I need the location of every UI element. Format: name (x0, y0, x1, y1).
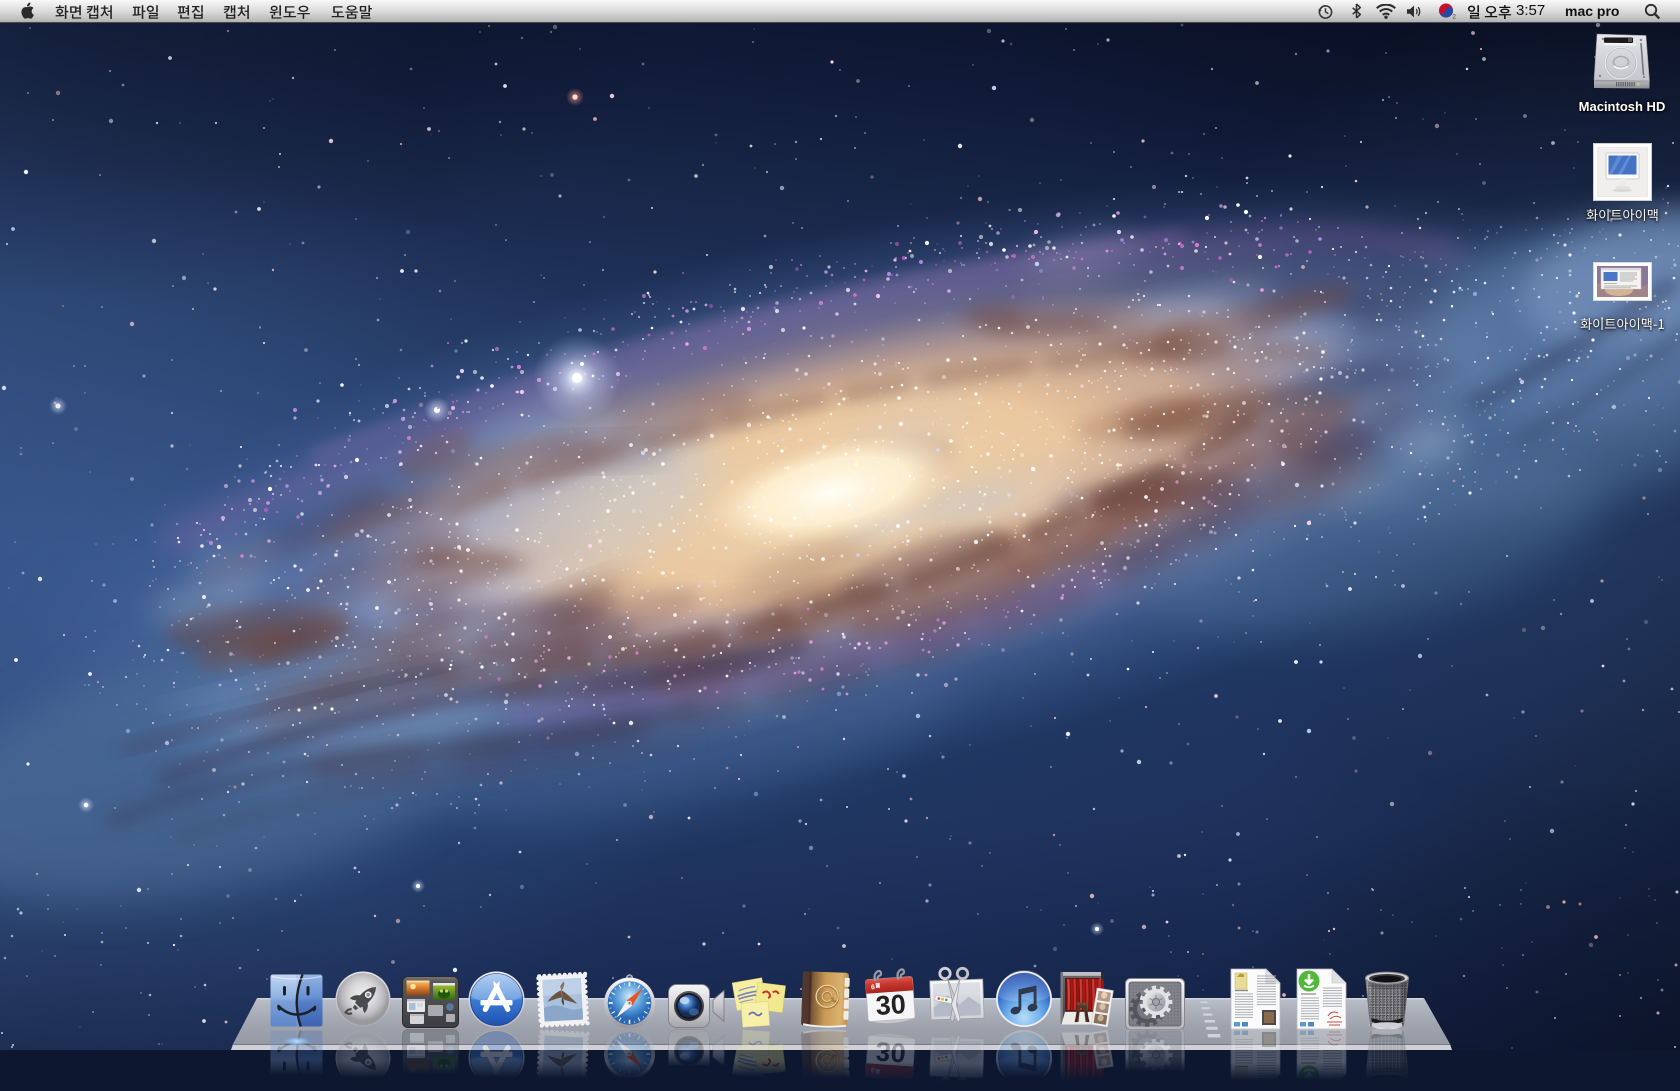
svg-text:2: 2 (1452, 14, 1456, 21)
svg-text:30: 30 (875, 1036, 907, 1068)
svg-text:30: 30 (875, 989, 907, 1021)
